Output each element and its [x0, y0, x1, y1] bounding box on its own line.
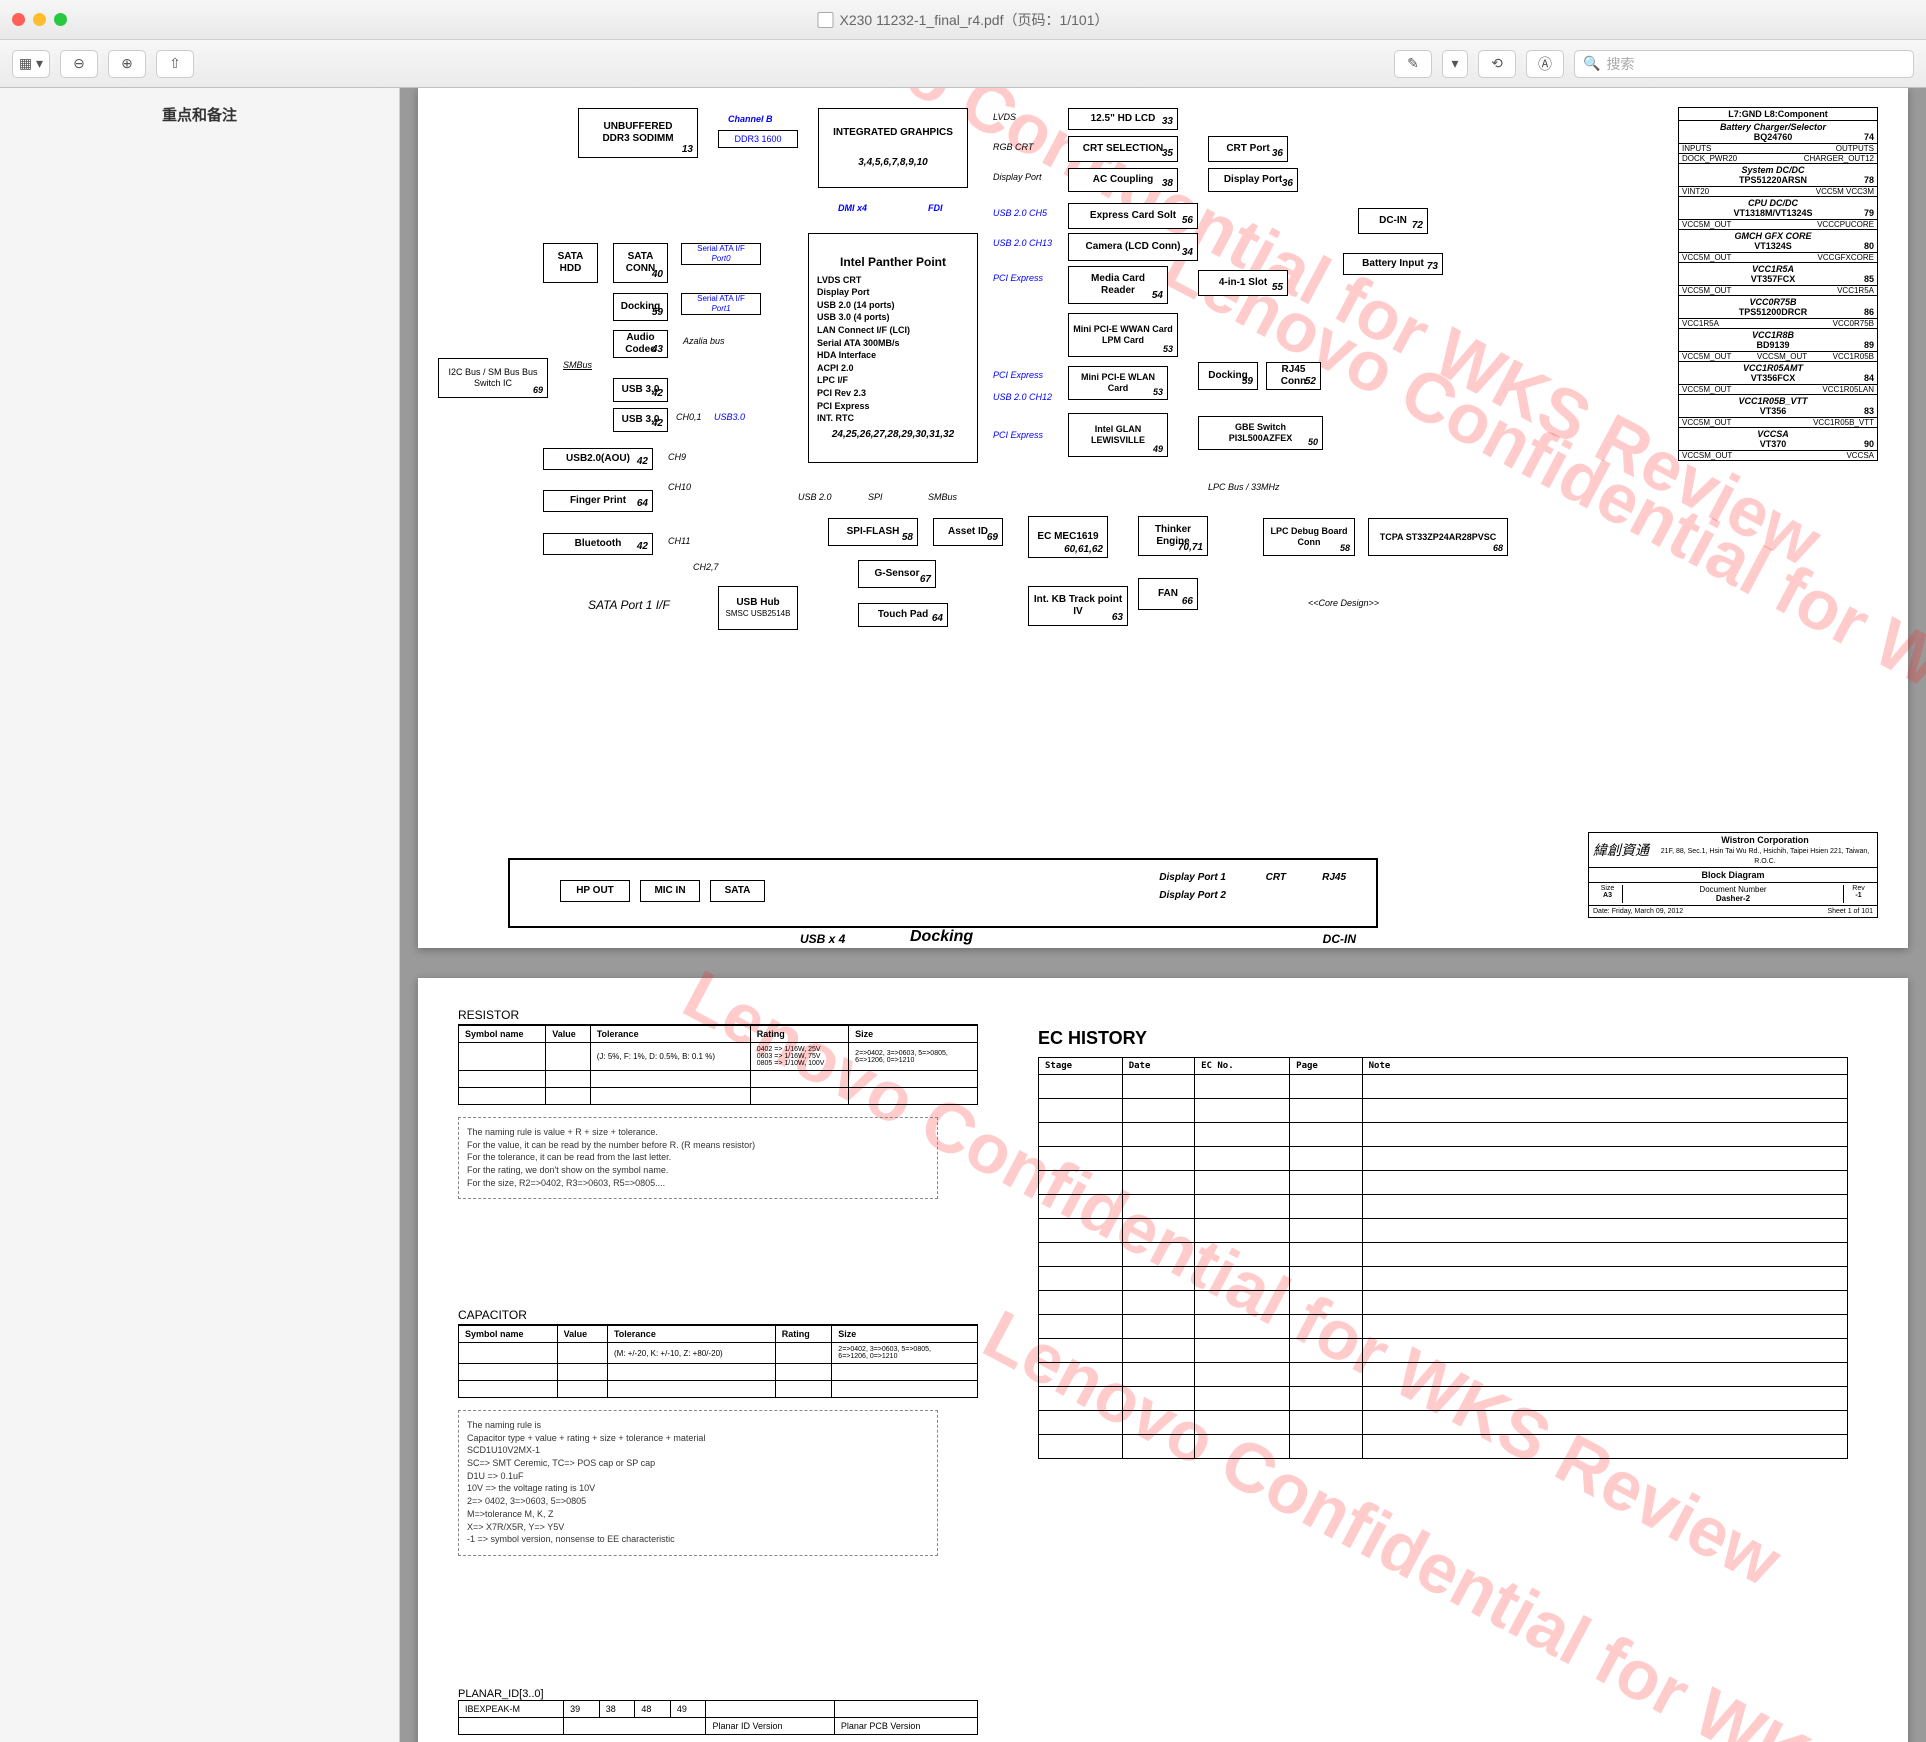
power-table: L7:GND L8:ComponentBattery Charger/Selec… [1678, 108, 1878, 461]
sidebar-title: 重点和备注 [16, 104, 383, 125]
rotate-icon: ⟲ [1491, 55, 1503, 72]
pdf-file-icon [817, 12, 833, 28]
window-titlebar: X230 11232-1_final_r4.pdf（页码：1/101） [0, 0, 1926, 40]
resistor-table: Symbol nameValueToleranceRatingSize (J: … [458, 1025, 978, 1105]
highlight-dropdown[interactable]: ▾ [1442, 50, 1468, 78]
block-diagram: UNBUFFEREDDDR3 SODIMM13 Channel B DDR3 1… [438, 108, 1888, 928]
toolbar: ▦ ▾ ⊖ ⊕ ⇧ ✎ ▾ ⟲ Ⓐ 🔍 搜索 [0, 40, 1926, 88]
pdf-viewport[interactable]: Lenovo Confidential for WKS Review Lenov… [400, 88, 1926, 1742]
markup-button[interactable]: Ⓐ [1526, 50, 1564, 78]
zoom-out-icon: ⊖ [73, 55, 85, 72]
capacitor-table: Symbol nameValueToleranceRatingSize (M: … [458, 1325, 978, 1398]
markup-icon: Ⓐ [1538, 54, 1552, 74]
docking-block: HP OUT MIC IN SATA USB x 4 Docking Displ… [508, 858, 1378, 928]
title-block: 緯創資通 Wistron Corporation21F, 88, Sec.1, … [1588, 832, 1878, 918]
search-input[interactable]: 🔍 搜索 [1574, 50, 1914, 78]
highlight-button[interactable]: ✎ [1394, 50, 1432, 78]
zoom-in-button[interactable]: ⊕ [108, 50, 146, 78]
zoom-icon[interactable] [54, 13, 67, 26]
sidebar: 重点和备注 [0, 88, 400, 1742]
share-icon: ⇧ [169, 55, 181, 72]
window-title: X230 11232-1_final_r4.pdf（页码：1/101） [817, 10, 1108, 30]
share-button[interactable]: ⇧ [156, 50, 194, 78]
window-controls [12, 13, 67, 26]
close-icon[interactable] [12, 13, 25, 26]
highlight-icon: ✎ [1407, 55, 1419, 72]
pdf-page-1: Lenovo Confidential for WKS Review Lenov… [418, 88, 1908, 948]
zoom-in-icon: ⊕ [121, 55, 133, 72]
search-icon: 🔍 [1583, 55, 1600, 72]
minimize-icon[interactable] [33, 13, 46, 26]
ec-history: EC HISTORY StageDateEC No.PageNote [1038, 1028, 1848, 1459]
rotate-button[interactable]: ⟲ [1478, 50, 1516, 78]
sidebar-toggle-button[interactable]: ▦ ▾ [12, 50, 50, 78]
zoom-out-button[interactable]: ⊖ [60, 50, 98, 78]
pdf-page-2: Lenovo Confidential for WKS Review Lenov… [418, 978, 1908, 1742]
